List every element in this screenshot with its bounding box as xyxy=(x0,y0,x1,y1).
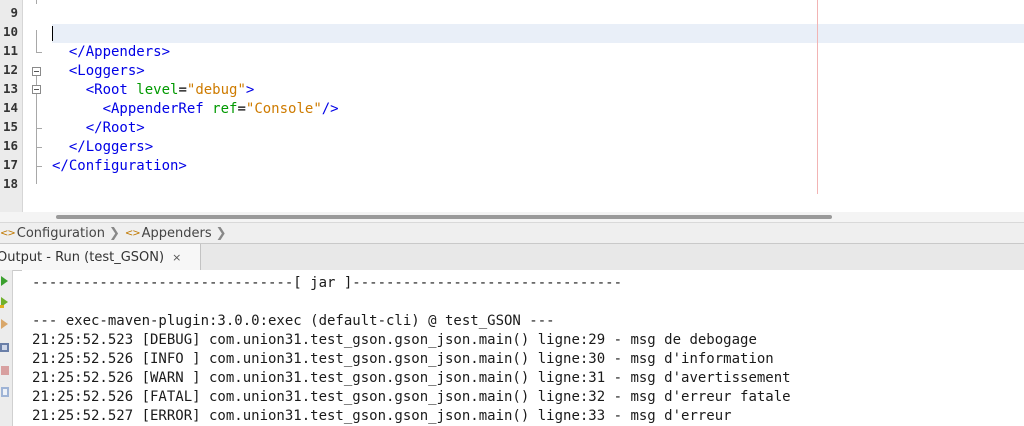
breadcrumb-label: Configuration xyxy=(16,225,105,241)
code-line[interactable] xyxy=(52,5,1024,24)
rerun-with-params-icon[interactable] xyxy=(0,295,10,309)
breadcrumb: <> Configuration ❯ <> Appenders ❯ xyxy=(0,222,1024,243)
fold-guide xyxy=(36,30,37,52)
line-number: 12 xyxy=(2,62,18,77)
fold-guide xyxy=(36,0,37,4)
chevron-right-icon: ❯ xyxy=(215,225,227,241)
console-line: 21:25:52.526 [WARN ] com.union31.test_gs… xyxy=(32,370,791,386)
rerun-icon[interactable] xyxy=(0,274,10,288)
fold-guide xyxy=(36,76,37,85)
code-line[interactable]: </Configuration> xyxy=(52,157,1024,176)
scrollbar-thumb[interactable] xyxy=(56,215,832,219)
xml-element-icon: <> xyxy=(124,227,141,239)
line-number: 9 xyxy=(10,5,18,20)
tab-label: Output - Run (test_GSON) xyxy=(0,249,165,265)
code-line[interactable]: </Root> xyxy=(52,119,1024,138)
code-line[interactable]: <Root level="debug"> xyxy=(52,81,1024,100)
xml-tag: </Loggers> xyxy=(68,139,154,155)
line-number: 16 xyxy=(2,138,18,153)
xml-punctuation: = xyxy=(178,82,187,98)
current-code-line[interactable] xyxy=(52,24,1024,43)
output-console[interactable]: -------------------------------[ jar ]--… xyxy=(22,270,1024,426)
xml-attribute: ref xyxy=(212,101,238,117)
code-line[interactable]: <Loggers> xyxy=(52,62,1024,81)
editor-horizontal-scrollbar[interactable] xyxy=(0,212,1024,222)
fold-guide xyxy=(36,94,37,184)
code-area[interactable]: </Appenders> <Loggers> <Root level="debu… xyxy=(52,0,1024,212)
line-number: 13 xyxy=(2,81,18,96)
line-number: 10 xyxy=(2,24,18,39)
code-line[interactable]: </Appenders> xyxy=(52,43,1024,62)
clear-output-icon[interactable] xyxy=(0,385,10,399)
code-folding-column xyxy=(23,0,49,212)
fold-end-marker xyxy=(36,52,42,53)
line-number: 15 xyxy=(2,119,18,134)
xml-tag: > xyxy=(245,82,255,98)
xml-tag: </Appenders> xyxy=(68,44,171,60)
line-number: 17 xyxy=(2,157,18,172)
console-line: 21:25:52.526 [FATAL] com.union31.test_gs… xyxy=(32,389,791,405)
chevron-right-icon: ❯ xyxy=(108,225,120,241)
code-line[interactable] xyxy=(52,176,1024,195)
tab-output-run[interactable]: Output - Run (test_GSON) × xyxy=(0,244,201,270)
code-line[interactable]: <AppenderRef ref="Console"/> xyxy=(52,100,1024,119)
fold-toggle-icon[interactable] xyxy=(32,67,41,76)
xml-tag: <Root xyxy=(85,82,137,98)
xml-tag: </Root> xyxy=(85,120,145,136)
breadcrumb-label: Appenders xyxy=(141,225,212,241)
xml-attribute-value: "debug" xyxy=(186,82,246,98)
xml-tag: <AppenderRef xyxy=(102,101,213,117)
fold-end-marker xyxy=(36,128,42,129)
xml-punctuation: = xyxy=(237,101,246,117)
fold-toggle-icon[interactable] xyxy=(32,85,41,94)
right-margin-guide xyxy=(817,0,818,194)
close-icon[interactable]: × xyxy=(172,251,181,264)
stop-icon[interactable] xyxy=(0,317,10,331)
line-number: 18 xyxy=(2,176,18,191)
xml-tag: /> xyxy=(321,101,339,117)
console-line: 21:25:52.527 [ERROR] com.union31.test_gs… xyxy=(32,408,732,424)
console-line: 21:25:52.526 [INFO ] com.union31.test_gs… xyxy=(32,351,774,367)
line-number-gutter: 9 10 11 12 13 14 15 16 17 18 xyxy=(0,0,23,212)
code-line[interactable]: </Loggers> xyxy=(52,138,1024,157)
xml-element-icon: <> xyxy=(0,227,16,239)
output-tab-bar: Output - Run (test_GSON) × xyxy=(0,243,1024,271)
line-number: 14 xyxy=(2,100,18,115)
code-editor[interactable]: 9 10 11 12 13 14 15 16 17 18 </Appenders… xyxy=(0,0,1024,212)
fold-end-marker xyxy=(36,147,42,148)
text-caret xyxy=(52,25,53,41)
xml-tag: <Loggers> xyxy=(68,63,145,79)
xml-tag: </Configuration> xyxy=(52,158,187,174)
console-line: -------------------------------[ jar ]--… xyxy=(32,275,623,291)
breadcrumb-item-appenders[interactable]: <> Appenders xyxy=(125,226,212,241)
xml-attribute: level xyxy=(136,82,179,98)
breadcrumb-item-configuration[interactable]: <> Configuration xyxy=(0,226,105,241)
console-line: 21:25:52.523 [DEBUG] com.union31.test_gs… xyxy=(32,332,757,348)
stop-process-icon[interactable] xyxy=(0,364,10,378)
fold-end-marker xyxy=(36,166,42,167)
console-line: --- exec-maven-plugin:3.0.0:exec (defaul… xyxy=(32,313,555,329)
settings-icon[interactable] xyxy=(0,341,10,355)
line-number: 11 xyxy=(2,43,18,58)
xml-attribute-value: "Console" xyxy=(245,101,322,117)
output-toolbar xyxy=(0,270,13,426)
